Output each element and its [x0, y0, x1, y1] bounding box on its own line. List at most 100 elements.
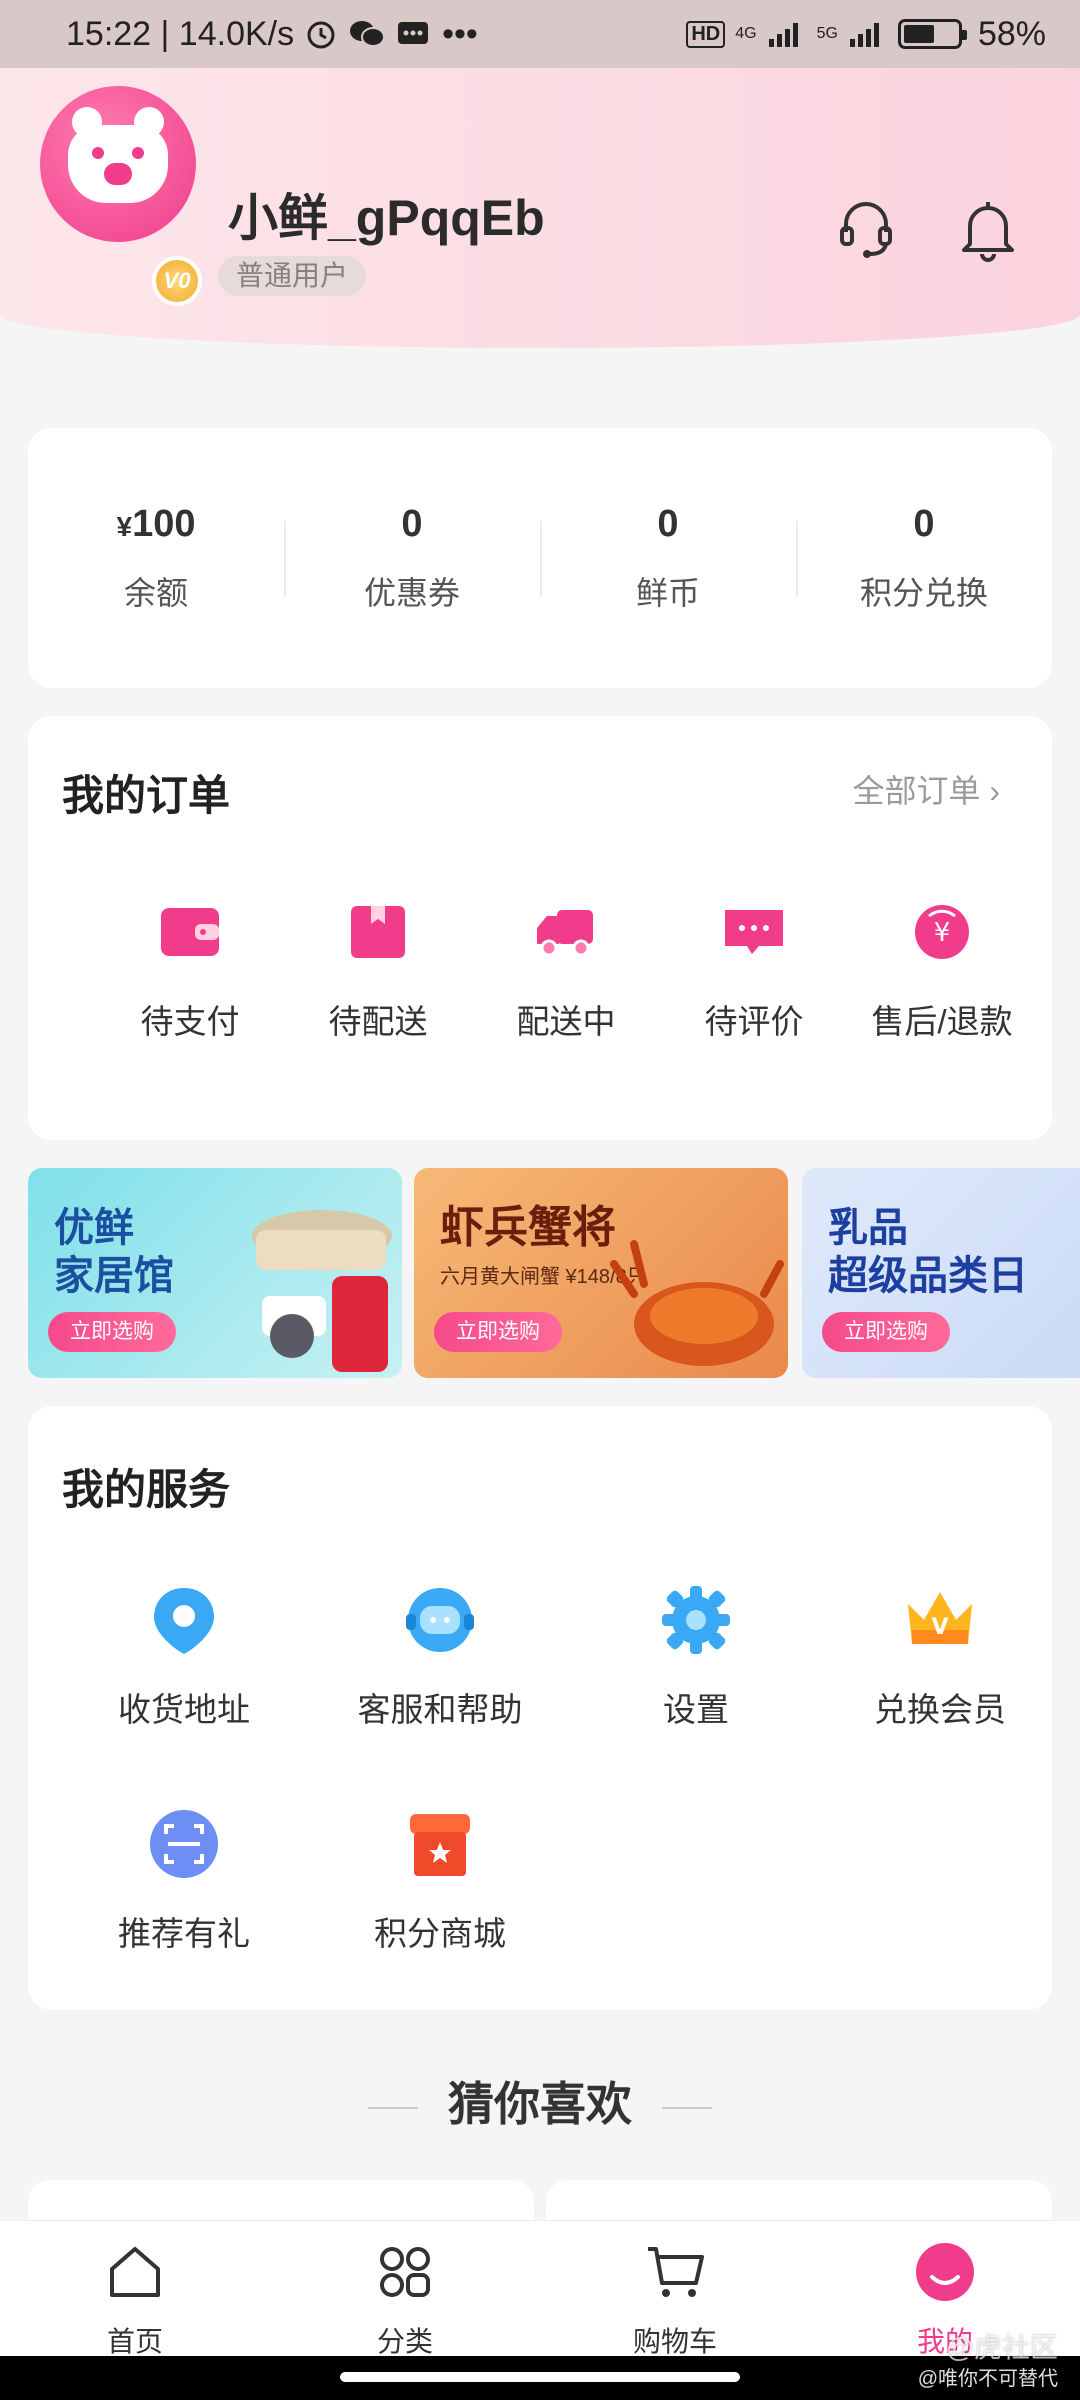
all-orders-link[interactable]: 全部订单 ›	[852, 766, 1000, 812]
banner-buy-button[interactable]: 立即选购	[48, 1312, 176, 1352]
tab-cart[interactable]: 购物车	[540, 2221, 810, 2357]
status-bar: 15:22 | 14.0K/s ••• HD 4G 5G 58%	[0, 0, 1080, 68]
service-label: 客服和帮助	[357, 1691, 523, 1728]
home-gesture-handle[interactable]	[340, 2372, 740, 2382]
service-address[interactable]: 收货地址	[64, 1582, 304, 1731]
order-item-label: 待支付	[140, 1003, 240, 1040]
category-grid-icon	[380, 2247, 430, 2297]
notification-bell-icon[interactable]	[958, 196, 1018, 262]
banner-home-living[interactable]: 优鲜 家居馆 立即选购	[28, 1168, 402, 1378]
customer-service-headset-icon[interactable]	[836, 196, 896, 262]
asset-balance[interactable]: ¥100 余额	[28, 503, 284, 614]
svg-text:V: V	[931, 1615, 948, 1640]
banner-title-2: 超级品类日	[828, 1254, 1028, 1298]
crab-image	[610, 1240, 784, 1366]
avatar[interactable]	[40, 86, 196, 242]
scan-icon	[150, 1810, 218, 1878]
hd-icon: HD	[686, 20, 726, 48]
orders-card: 我的订单 全部订单 › 待支付 待配送 配送中 待评价 ¥ 售后/退款	[28, 716, 1052, 1140]
banner-buy-button[interactable]: 立即选购	[822, 1312, 950, 1352]
service-label: 兑换会员	[874, 1691, 1006, 1728]
wechat-icon	[350, 21, 386, 47]
service-points-mall[interactable]: 积分商城	[320, 1806, 560, 1955]
cart-icon	[648, 2247, 704, 2297]
assets-card: ¥100 余额 0 优惠券 0 鲜币 0 积分兑换	[28, 428, 1052, 688]
tab-label: 首页	[106, 2326, 163, 2357]
asset-xianbi[interactable]: 0 鲜币	[540, 503, 796, 614]
asset-value: 0	[401, 502, 423, 545]
location-pin-icon	[154, 1588, 214, 1654]
vip-level-badge: V0	[152, 256, 202, 306]
all-orders-label: 全部订单	[852, 773, 981, 809]
signal-icon	[768, 23, 798, 47]
net1-label: 4G	[735, 25, 757, 42]
signal-icon-2	[849, 23, 879, 47]
services-title: 我的服务	[62, 1466, 231, 1513]
tab-category[interactable]: 分类	[270, 2221, 540, 2357]
svg-text:¥: ¥	[934, 918, 951, 948]
asset-value: 0	[913, 502, 935, 545]
refund-icon: ¥	[915, 905, 969, 959]
bear-mascot-icon	[68, 107, 168, 203]
order-delivering[interactable]: 配送中	[472, 902, 660, 1043]
service-label: 收货地址	[118, 1691, 250, 1728]
wallet-icon	[161, 908, 219, 956]
profile-face-icon	[916, 2243, 974, 2301]
order-item-label: 待评价	[704, 1003, 804, 1040]
service-customer-help[interactable]: 客服和帮助	[320, 1582, 560, 1731]
bottom-tab-bar: 首页 分类 购物车 我的	[0, 2220, 1080, 2357]
promo-banner-carousel[interactable]: 优鲜 家居馆 立即选购 虾兵蟹将 六月黄大闸蟹 ¥148/8只 立即选购 乳品 …	[28, 1168, 1080, 1378]
guess-title-text: 猜你喜欢	[448, 2078, 632, 2130]
service-label: 推荐有礼	[118, 1915, 250, 1952]
watermark-sub: @唯你不可替代	[917, 2368, 1058, 2390]
store-icon	[410, 1814, 470, 1876]
asset-label: 余额	[123, 574, 188, 611]
order-after-sales[interactable]: ¥ 售后/退款	[848, 902, 1036, 1043]
tab-label: 分类	[376, 2326, 433, 2357]
order-status-row: 待支付 待配送 配送中 待评价 ¥ 售后/退款	[28, 902, 1052, 1043]
chevron-right-icon: ›	[989, 773, 1000, 809]
status-time: 15:22 | 14.0K/s	[66, 14, 295, 53]
watermark: @虎社区	[945, 2332, 1058, 2363]
battery-icon	[897, 19, 967, 49]
banner-title-1: 乳品	[828, 1206, 908, 1250]
message-icon	[398, 22, 429, 44]
orders-title: 我的订单	[62, 772, 231, 819]
home-icon	[110, 2247, 160, 2297]
alarm-icon	[307, 21, 335, 49]
crown-icon: V	[908, 1592, 972, 1644]
service-settings[interactable]: 设置	[576, 1582, 816, 1731]
settings-gear-icon	[662, 1586, 730, 1654]
order-pending-delivery[interactable]: 待配送	[284, 902, 472, 1043]
customer-service-icon	[406, 1588, 474, 1652]
asset-points[interactable]: 0 积分兑换	[796, 503, 1052, 614]
tab-label: 购物车	[632, 2326, 717, 2357]
services-card: 我的服务 收货地址 客服和帮助 设置 V 兑换会员 推荐有礼 积分商城	[28, 1406, 1052, 2010]
currency-symbol: ¥	[116, 510, 133, 542]
service-redeem-member[interactable]: V 兑换会员	[820, 1582, 1060, 1731]
tab-home[interactable]: 首页	[0, 2221, 270, 2357]
asset-coupons[interactable]: 0 优惠券	[284, 503, 540, 614]
order-item-label: 售后/退款	[871, 1003, 1013, 1040]
guess-you-like-title: 猜你喜欢	[0, 2068, 1080, 2134]
banner-dairy-day[interactable]: 乳品 超级品类日 立即选购	[802, 1168, 1080, 1378]
asset-label: 积分兑换	[859, 574, 988, 611]
household-products-image	[252, 1210, 392, 1372]
banner-buy-button[interactable]: 立即选购	[434, 1312, 562, 1352]
battery-percent: 58%	[977, 14, 1046, 53]
net2-label: 5G	[816, 25, 838, 42]
asset-value: 0	[657, 502, 679, 545]
order-pending-payment[interactable]: 待支付	[96, 902, 284, 1043]
service-label: 设置	[663, 1691, 729, 1728]
comment-icon	[725, 910, 783, 954]
banner-shrimp-crab[interactable]: 虾兵蟹将 六月黄大闸蟹 ¥148/8只 立即选购	[414, 1168, 788, 1378]
asset-value: 100	[132, 502, 196, 545]
user-level-tag: 普通用户	[218, 256, 367, 296]
asset-label: 优惠券	[363, 574, 460, 611]
service-referral[interactable]: 推荐有礼	[64, 1806, 304, 1955]
service-label: 积分商城	[374, 1915, 506, 1952]
order-item-label: 待配送	[328, 1003, 428, 1040]
asset-label: 鲜币	[635, 574, 700, 611]
order-to-review[interactable]: 待评价	[660, 902, 848, 1043]
package-icon	[351, 906, 405, 958]
